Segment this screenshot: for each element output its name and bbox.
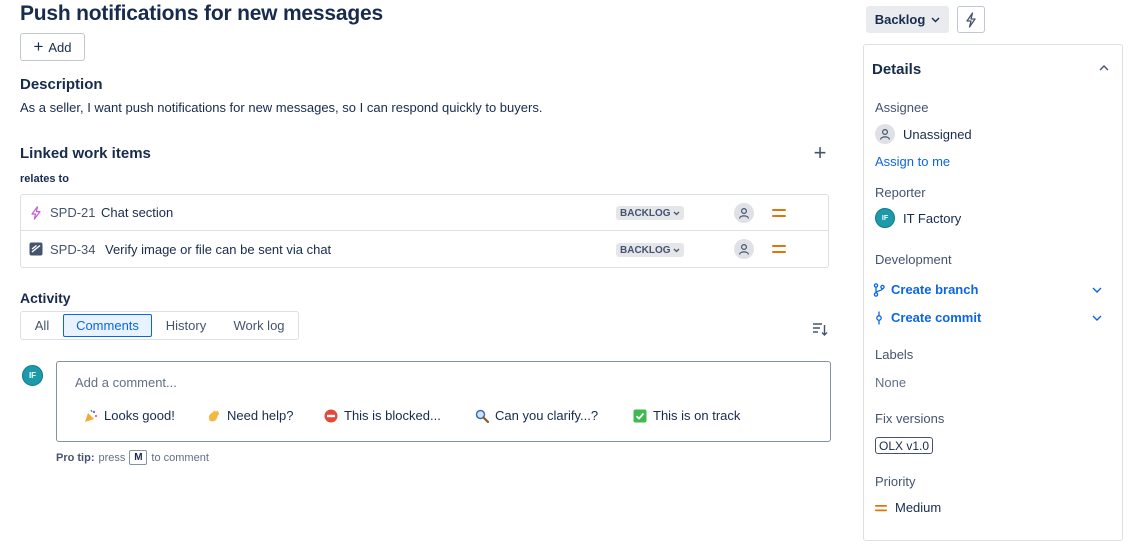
reporter-label: Reporter <box>875 185 926 200</box>
comment-box[interactable]: Add a comment... Looks good! Need help? … <box>56 361 831 442</box>
quick-reply-label: This is blocked... <box>344 408 441 423</box>
status-button-label: Backlog <box>874 12 926 27</box>
party-popper-icon <box>84 409 98 423</box>
person-icon <box>738 243 750 255</box>
pro-tip: Pro tip: press M to comment <box>56 450 209 465</box>
create-branch-label: Create branch <box>891 282 979 297</box>
tab-comments[interactable]: Comments <box>63 314 152 337</box>
quick-reply-clarify[interactable]: Can you clarify...? <box>475 408 598 423</box>
linked-items-table: SPD-21 Chat section BACKLOG SPD-34 Verif… <box>20 194 829 268</box>
create-branch-button[interactable]: Create branch <box>873 282 1103 297</box>
tab-history[interactable]: History <box>152 314 220 337</box>
relation-label: relates to <box>20 173 69 185</box>
status-badge[interactable]: BACKLOG <box>616 243 684 257</box>
linked-item-row[interactable]: SPD-34 Verify image or file can be sent … <box>21 231 828 267</box>
issue-title[interactable]: Push notifications for new messages <box>20 2 383 26</box>
pro-tip-pre: press <box>98 451 126 464</box>
description-text[interactable]: As a seller, I want push notifications f… <box>20 100 542 115</box>
assignee-avatar-icon[interactable] <box>734 239 754 259</box>
reporter-value: IT Factory <box>903 210 962 226</box>
add-button-label: Add <box>48 39 72 55</box>
linked-work-items-heading: Linked work items <box>20 145 151 162</box>
activity-tabs: All Comments History Work log <box>20 311 299 340</box>
priority-value: Medium <box>895 500 942 515</box>
priority-medium-icon <box>772 209 786 217</box>
details-panel: Details Assignee Unassigned Assign to me… <box>863 44 1123 541</box>
plus-icon: + <box>33 37 44 56</box>
priority-medium-icon <box>875 504 887 511</box>
quick-reply-on-track[interactable]: This is on track <box>633 408 740 423</box>
person-icon <box>875 124 895 144</box>
linked-item-row[interactable]: SPD-21 Chat section BACKLOG <box>21 195 828 231</box>
status-label: BACKLOG <box>620 207 671 219</box>
tab-all[interactable]: All <box>21 314 63 337</box>
pro-tip-label: Pro tip: <box>56 451 95 464</box>
comment-input[interactable]: Add a comment... <box>75 375 177 390</box>
automation-button[interactable] <box>957 6 985 33</box>
create-commit-label: Create commit <box>891 310 982 325</box>
linked-item-summary[interactable]: Chat section <box>101 205 173 220</box>
no-entry-icon <box>324 409 338 423</box>
quick-reply-label: Need help? <box>227 408 294 423</box>
subtask-lightning-icon <box>31 205 41 220</box>
status-badge[interactable]: BACKLOG <box>616 206 684 220</box>
status-label: BACKLOG <box>620 244 671 256</box>
chevron-down-icon <box>1092 315 1102 321</box>
details-heading: Details <box>872 61 922 78</box>
check-mark-icon <box>633 409 647 423</box>
quick-reply-label: Can you clarify...? <box>495 408 599 423</box>
quick-reply-need-help[interactable]: Need help? <box>207 408 294 423</box>
quick-reply-label: Looks good! <box>104 408 175 423</box>
tab-work-log[interactable]: Work log <box>220 314 298 337</box>
quick-reply-blocked[interactable]: This is blocked... <box>324 408 441 423</box>
fix-version-tag[interactable]: OLX v1.0 <box>875 437 934 454</box>
linked-item-summary[interactable]: Verify image or file can be sent via cha… <box>105 242 331 257</box>
linked-item-key[interactable]: SPD-21 <box>50 205 96 220</box>
labels-value[interactable]: None <box>875 375 906 390</box>
chevron-down-icon <box>673 211 680 215</box>
assignee-label: Assignee <box>875 100 929 115</box>
avatar[interactable]: IF <box>22 365 43 386</box>
fix-versions-label: Fix versions <box>875 411 945 426</box>
create-commit-button[interactable]: Create commit <box>873 310 1103 325</box>
add-button[interactable]: + Add <box>20 33 85 61</box>
linked-item-key[interactable]: SPD-34 <box>50 242 96 257</box>
labels-label: Labels <box>875 347 914 362</box>
assignee-value: Unassigned <box>903 126 972 142</box>
chevron-down-icon <box>1092 287 1102 293</box>
quick-reply-label: This is on track <box>653 408 741 423</box>
avatar: IF <box>875 208 895 228</box>
priority-label: Priority <box>875 474 916 489</box>
priority-medium-icon <box>772 245 786 253</box>
priority-field[interactable]: Medium <box>875 500 941 515</box>
reporter-field[interactable]: IF IT Factory <box>875 208 961 228</box>
chevron-up-icon[interactable] <box>1098 62 1110 74</box>
branch-icon <box>873 282 885 297</box>
assignee-field[interactable]: Unassigned <box>875 124 972 144</box>
activity-heading: Activity <box>20 290 71 306</box>
add-linked-item-icon[interactable]: + <box>811 142 829 165</box>
chevron-down-icon <box>931 17 940 22</box>
chevron-down-icon <box>673 248 680 252</box>
description-heading: Description <box>20 76 103 93</box>
pro-tip-post: to comment <box>151 451 209 464</box>
sort-icon[interactable] <box>812 321 828 337</box>
development-label: Development <box>875 252 952 267</box>
magnifier-icon <box>475 409 489 423</box>
waving-hand-icon <box>207 409 221 423</box>
keyboard-shortcut-key: M <box>129 450 148 465</box>
commit-icon <box>876 311 882 324</box>
status-dropdown-button[interactable]: Backlog <box>866 6 949 33</box>
assignee-avatar-icon[interactable] <box>734 203 754 223</box>
story-icon <box>29 242 43 256</box>
quick-reply-looks-good[interactable]: Looks good! <box>84 408 175 423</box>
lightning-icon <box>966 11 976 28</box>
assign-to-me-link[interactable]: Assign to me <box>875 154 950 169</box>
person-icon <box>738 207 750 219</box>
